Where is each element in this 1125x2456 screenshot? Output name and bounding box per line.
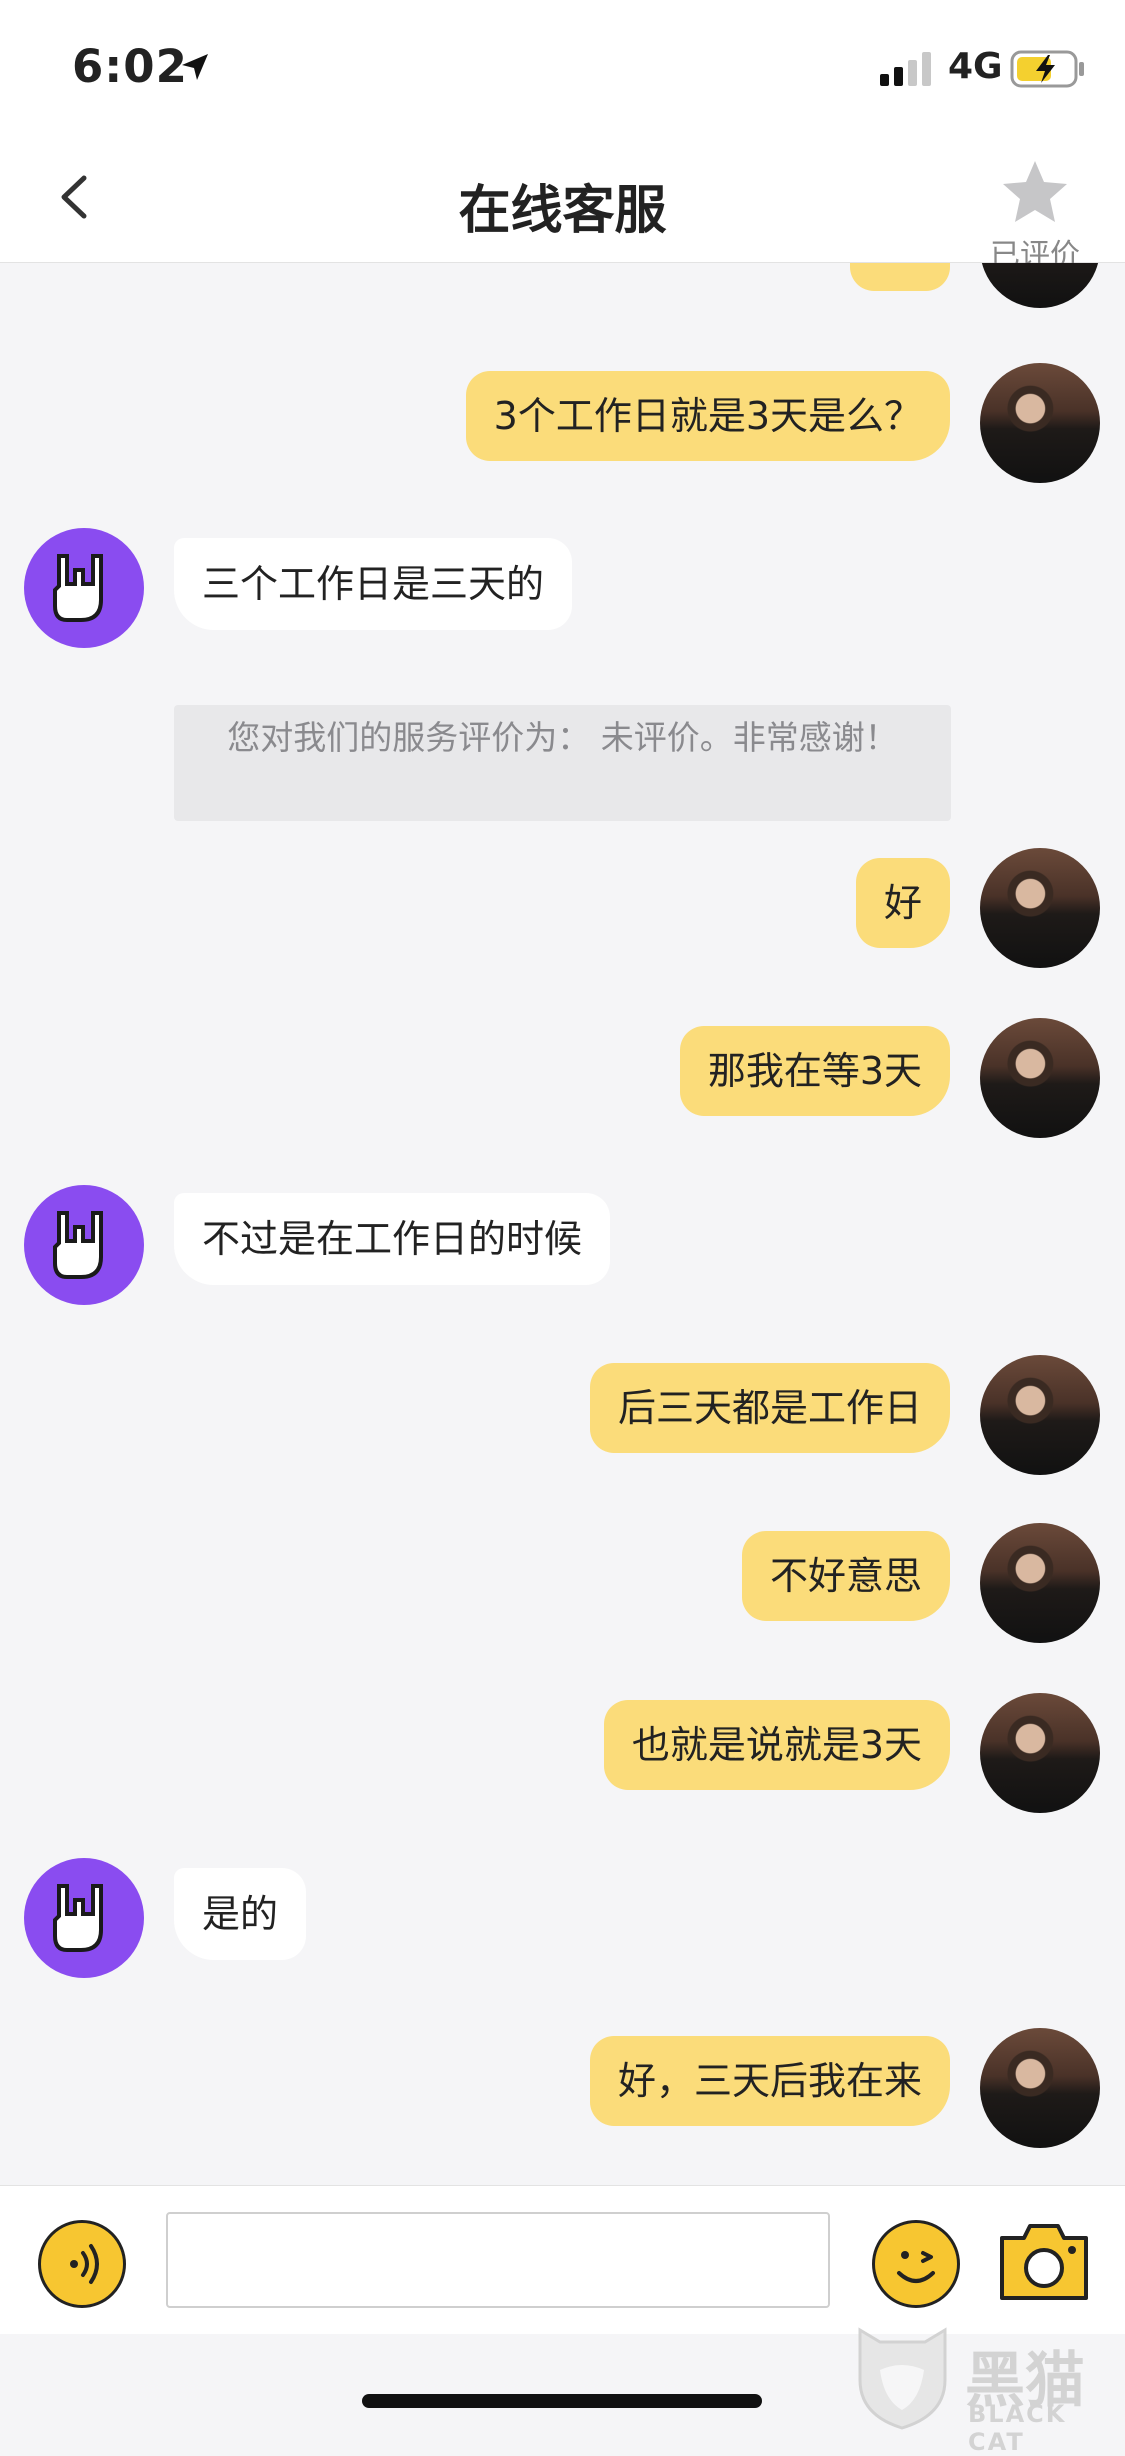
user-avatar (980, 363, 1100, 483)
agent-message-bubble: 三个工作日是三天的 (174, 538, 573, 630)
agent-message-bubble: 是的 (174, 1868, 307, 1960)
rock-hand-icon (53, 1884, 103, 1952)
system-rating-note: 您对我们的服务评价为： 未评价。非常感谢！ (174, 705, 951, 821)
status-bar: 6:02 4G (0, 0, 1125, 132)
smile-wink-icon (897, 2251, 935, 2283)
user-avatar (980, 1355, 1100, 1475)
voice-input-button[interactable] (38, 2220, 126, 2308)
user-message-bubble: 那我在等3天 (679, 1026, 950, 1116)
user-message-bubble: 3个工作日就是3天是么？ (465, 371, 950, 461)
user-avatar (980, 1523, 1100, 1643)
cat-shield-icon (858, 2327, 947, 2430)
rating-button[interactable]: 已评价 (980, 144, 1090, 273)
user-avatar (980, 263, 1100, 308)
battery-charging-icon (1010, 50, 1084, 88)
rock-hand-icon (53, 554, 103, 622)
location-arrow-icon (182, 54, 208, 80)
user-message-bubble: 好 (855, 858, 950, 948)
signal-icon (880, 52, 931, 86)
emoji-button[interactable] (872, 2220, 960, 2308)
partial-message-bubble (850, 263, 950, 291)
voice-icon (70, 2244, 99, 2284)
agent-avatar (24, 1185, 144, 1305)
network-type: 4G (948, 46, 1003, 87)
home-indicator[interactable] (362, 2394, 762, 2408)
user-message-bubble: 好，三天后我在来 (589, 2036, 950, 2126)
page-title: 在线客服 (458, 181, 667, 241)
input-bar (0, 2185, 1125, 2334)
watermark-logo: 黑猫 BLACK CAT (850, 2320, 1120, 2456)
agent-message-bubble: 不过是在工作日的时候 (174, 1193, 611, 1285)
agent-avatar (24, 1858, 144, 1978)
user-avatar (980, 1018, 1100, 1138)
user-avatar (980, 848, 1100, 968)
watermark-subtext: BLACK CAT (968, 2400, 1067, 2456)
status-time: 6:02 (72, 40, 188, 93)
agent-avatar (24, 528, 144, 648)
user-avatar (980, 1693, 1100, 1813)
message-input[interactable] (166, 2212, 830, 2308)
user-avatar (980, 2028, 1100, 2148)
nav-bar: 在线客服 已评价 (0, 132, 1125, 273)
chat-area[interactable]: 3个工作日就是3天是么？ 三个工作日是三天的 您对我们的服务评价为： 未评价。非… (0, 263, 1125, 2183)
user-message-bubble: 不好意思 (741, 1531, 950, 1621)
user-message-bubble: 也就是说就是3天 (603, 1700, 950, 1790)
user-message-bubble: 后三天都是工作日 (589, 1363, 950, 1453)
star-icon (1003, 161, 1067, 222)
rock-hand-icon (53, 1211, 103, 1279)
camera-icon[interactable] (996, 2216, 1092, 2306)
